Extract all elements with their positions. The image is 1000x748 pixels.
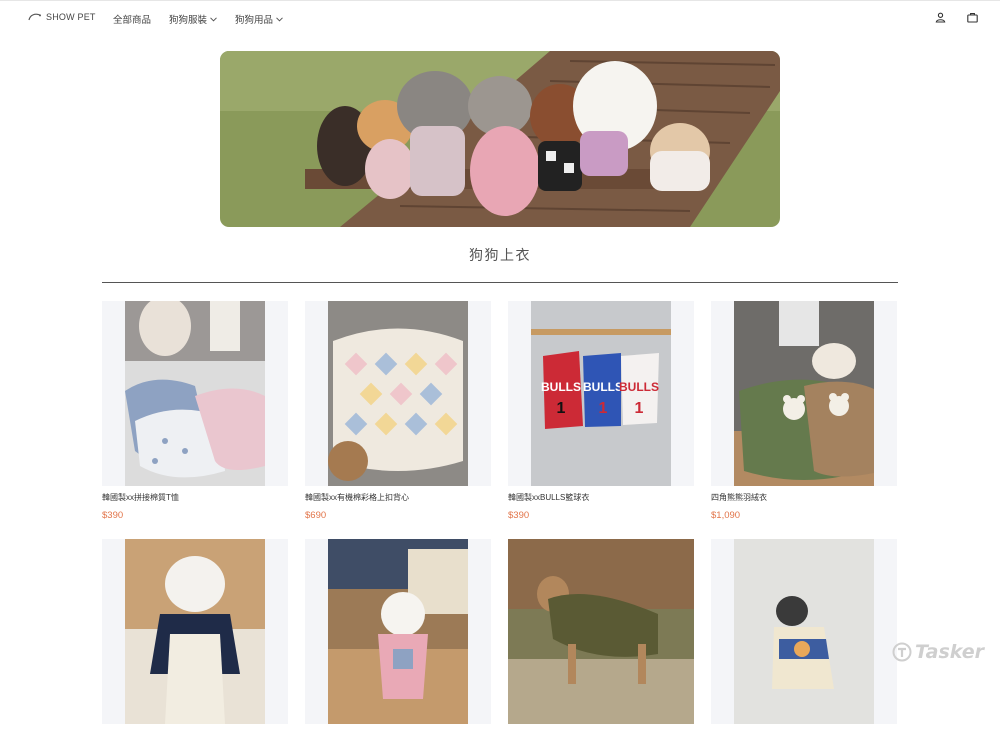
- product-grid: 韓國製xx拼接棉質T恤 $390 韓國製xx有機棉彩格上扣背心 $690 BUL…: [102, 301, 898, 748]
- nav-all-products[interactable]: 全部商品: [113, 12, 151, 26]
- svg-text:BULLS: BULLS: [619, 380, 659, 394]
- user-icon[interactable]: [935, 12, 946, 23]
- tasker-logo-icon: [892, 642, 912, 662]
- nav-dog-supplies[interactable]: 狗狗用品: [235, 12, 283, 26]
- watermark: Tasker: [892, 641, 984, 663]
- product-image: [102, 301, 288, 486]
- product-image: BULLS BULLS BULLS 1 1 1: [508, 301, 694, 486]
- product-name: [305, 730, 491, 741]
- product-card[interactable]: [711, 539, 897, 748]
- nav-label: 全部商品: [113, 15, 152, 26]
- product-card[interactable]: 四角熊熊羽絨衣 $1,090: [711, 301, 897, 521]
- product-photo: [328, 539, 468, 724]
- product-image: [305, 539, 491, 724]
- product-name: [102, 730, 288, 741]
- brand-logo[interactable]: SHOW PET: [28, 12, 96, 22]
- chevron-down-icon: [210, 16, 217, 22]
- product-photo: BULLS BULLS BULLS 1 1 1: [531, 301, 671, 486]
- product-photo: [734, 539, 874, 724]
- section-title: 狗狗上衣: [469, 247, 531, 263]
- product-image: [711, 301, 897, 486]
- product-name: [711, 730, 897, 741]
- product-name: [508, 730, 694, 741]
- product-image: [711, 539, 897, 724]
- pet-logo-icon: [28, 13, 41, 21]
- nav-label: 狗狗用品: [235, 15, 274, 26]
- product-card[interactable]: 韓國製xx拼接棉質T恤 $390: [102, 301, 288, 521]
- product-photo: [328, 301, 468, 486]
- product-photo: [125, 539, 265, 724]
- header-actions: [935, 12, 978, 23]
- svg-text:BULLS: BULLS: [541, 380, 581, 394]
- product-card[interactable]: 韓國製xx有機棉彩格上扣背心 $690: [305, 301, 491, 521]
- product-price: $390: [102, 510, 124, 521]
- hero-banner[interactable]: [220, 51, 780, 227]
- chevron-down-icon: [276, 16, 283, 22]
- product-name: 韓國製xx拼接棉質T恤: [102, 493, 179, 502]
- product-card[interactable]: [102, 539, 288, 748]
- product-price: $1,090: [711, 510, 741, 521]
- product-photo: [125, 301, 265, 486]
- product-price: $390: [508, 510, 530, 521]
- product-image: [508, 539, 694, 724]
- main-nav: 全部商品 狗狗服裝 狗狗用品: [113, 12, 283, 26]
- nav-dog-clothing[interactable]: 狗狗服裝: [169, 12, 217, 26]
- svg-text:1: 1: [635, 400, 644, 417]
- section-divider: [102, 282, 898, 283]
- product-card[interactable]: [508, 539, 694, 748]
- top-nav: SHOW PET 全部商品 狗狗服裝 狗狗用品: [0, 0, 1000, 35]
- product-price: $690: [305, 510, 327, 521]
- banner-photo: [220, 51, 780, 227]
- brand-name: SHOW PET: [46, 12, 96, 22]
- product-name: 韓國製xx有機棉彩格上扣背心: [305, 493, 409, 502]
- nav-label: 狗狗服裝: [169, 15, 208, 26]
- product-image: [305, 301, 491, 486]
- product-photo: [734, 301, 874, 486]
- svg-text:1: 1: [557, 400, 566, 417]
- product-image: [102, 539, 288, 724]
- shopping-bag-icon[interactable]: [967, 12, 978, 23]
- product-name: 韓國製xxBULLS籃球衣: [508, 493, 590, 502]
- product-photo: [508, 539, 694, 724]
- svg-text:BULLS: BULLS: [583, 380, 623, 394]
- svg-text:1: 1: [599, 400, 608, 417]
- product-card[interactable]: [305, 539, 491, 748]
- product-name: 四角熊熊羽絨衣: [711, 493, 767, 502]
- product-card[interactable]: BULLS BULLS BULLS 1 1 1 韓國製xxBULLS籃球衣 $3…: [508, 301, 694, 521]
- watermark-text: Tasker: [914, 641, 984, 663]
